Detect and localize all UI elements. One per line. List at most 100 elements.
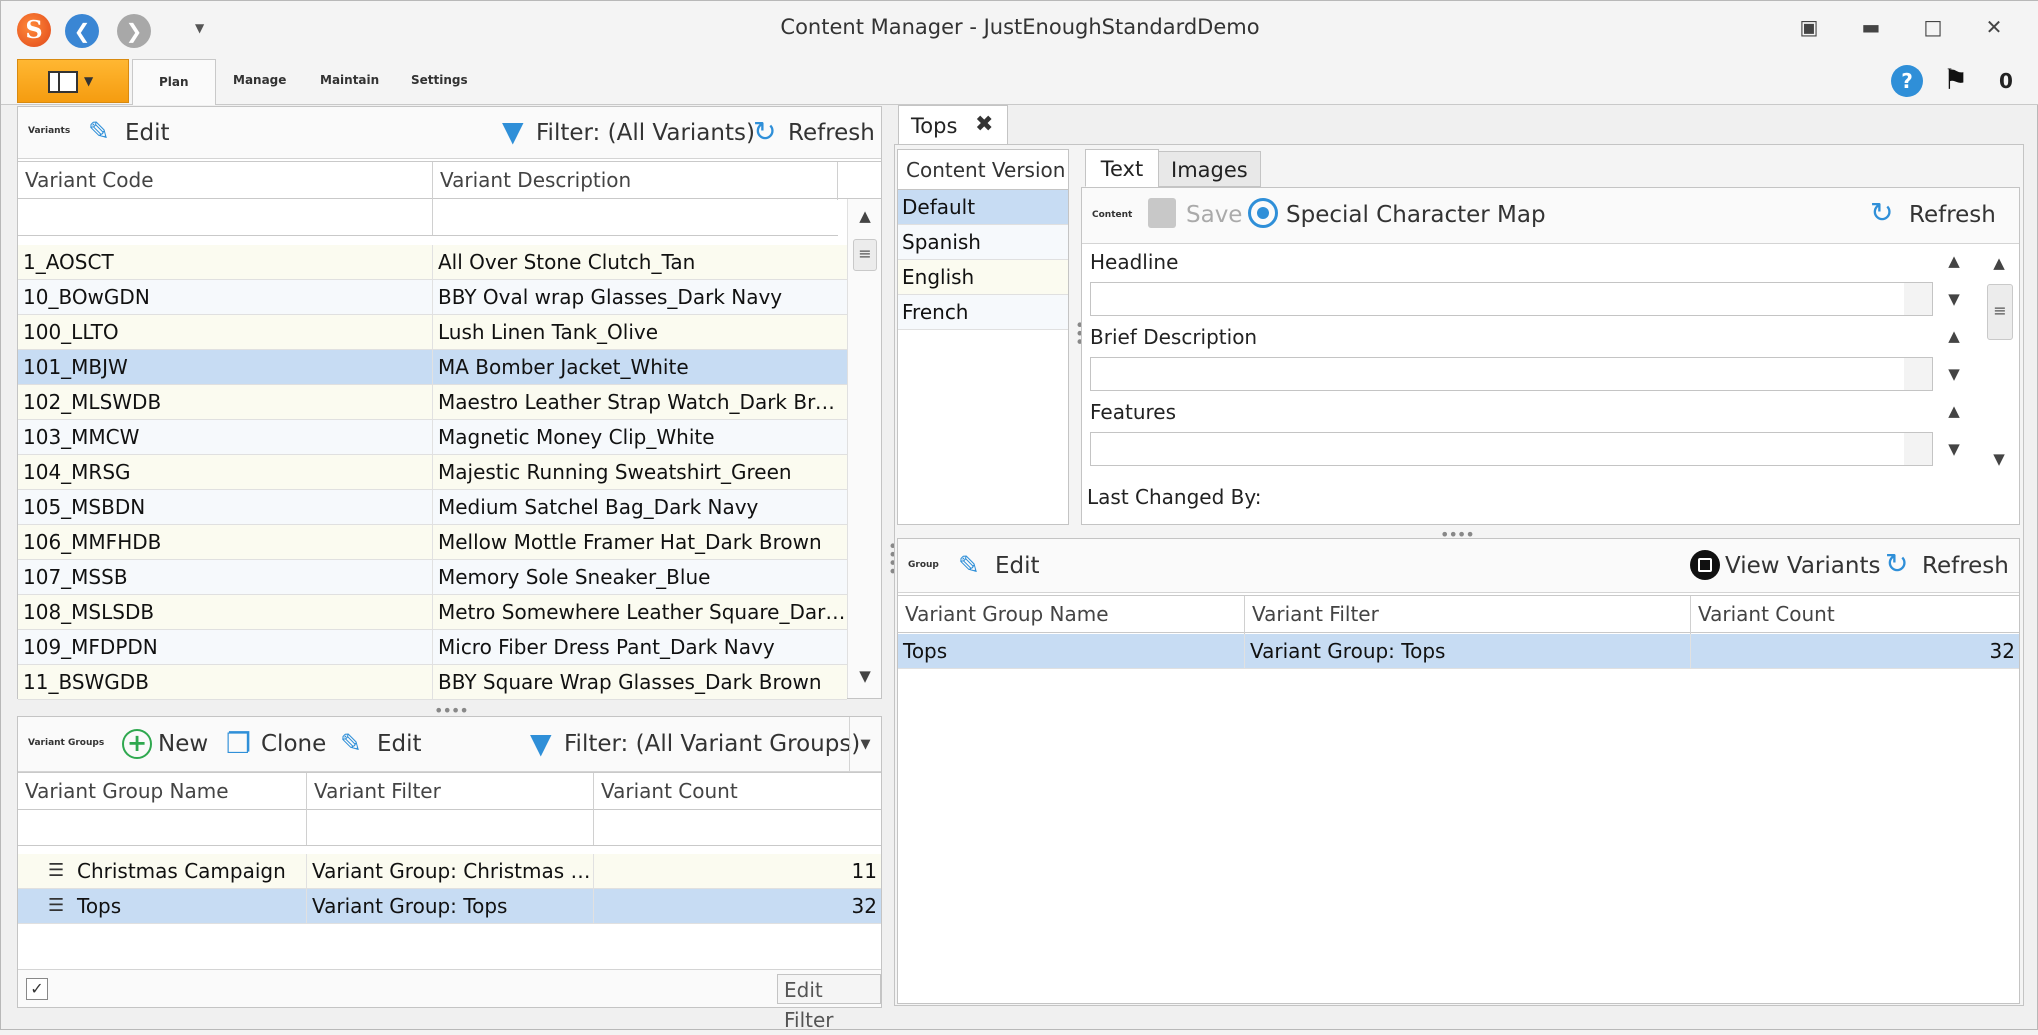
layout-icon [48,71,78,93]
window-title: Content Manager - JustEnoughStandardDemo [780,15,1260,39]
fields-scrollbar[interactable]: ▲ ≡ ▼ [1985,246,2015,474]
scroll-thumb[interactable]: ≡ [853,239,877,271]
fullscreen-icon[interactable]: ▣ [1791,15,1827,39]
select-all-checkbox[interactable]: ✓ [26,978,48,1000]
group-filter-cell: Variant Group: Tops [1245,634,1691,668]
save-icon [1148,198,1176,228]
variant-description-filter-input[interactable] [433,199,838,235]
table-row[interactable]: 105_MSBDN Medium Satchel Bag_Dark Navy [18,490,847,525]
scroll-down-icon[interactable]: ▼ [853,667,877,685]
edit-filter-button[interactable]: Edit Filter [777,974,881,1032]
variant-groups-edit-button[interactable]: Edit [377,731,422,757]
variant-code-cell: 103_MMCW [18,420,433,454]
variant-groups-clone-button[interactable]: Clone [261,731,326,757]
field-input[interactable] [1090,357,1933,391]
close-icon[interactable]: ✕ [1976,15,2012,39]
special-character-icon [1248,198,1278,228]
app-menu-button[interactable]: ▼ [17,59,129,103]
document-tab-label: Tops [911,114,958,138]
group-refresh-button[interactable]: Refresh [1922,553,2009,579]
table-row[interactable]: 108_MSLSDB Metro Somewhere Leather Square… [18,595,847,630]
variants-edit-button[interactable]: Edit [125,120,170,146]
content-version-item[interactable]: English [898,260,1068,295]
tab-plan[interactable]: Plan [132,59,216,105]
content-refresh-button[interactable]: Refresh [1909,202,1996,228]
tab-images[interactable]: Images [1158,151,1261,187]
variant-groups-filter-button[interactable]: Filter: (All Variant Groups) [564,731,860,757]
field-label: Brief Description [1090,325,1258,349]
variant-groups-new-button[interactable]: New [158,731,208,757]
column-variant-count[interactable]: Variant Count [594,773,881,811]
scroll-up-icon[interactable]: ▲ [853,207,877,225]
minimize-icon[interactable]: ▬ [1853,15,1889,39]
last-changed-label: Last Changed By: [1087,485,1262,509]
table-row[interactable]: 106_MMFHDB Mellow Mottle Framer Hat_Dark … [18,525,847,560]
column-variant-count[interactable]: Variant Count [1691,596,2019,634]
content-section-label: Content [1092,210,1133,220]
group-edit-button[interactable]: Edit [995,553,1040,579]
chevron-down-icon[interactable]: ▼ [849,717,881,772]
document-tab[interactable]: Tops ✖ [898,105,1008,145]
table-row[interactable]: 10_BOwGDN BBY Oval wrap Glasses_Dark Navy [18,280,847,315]
table-row[interactable]: 107_MSSB Memory Sole Sneaker_Blue [18,560,847,595]
tab-settings[interactable]: Settings [411,73,468,87]
variant-description-cell: Metro Somewhere Leather Square_Dark ... [438,600,847,624]
group-name-filter-input[interactable] [18,810,307,845]
column-variant-group-name[interactable]: Variant Group Name [898,596,1245,634]
table-row[interactable]: 104_MRSG Majestic Running Sweatshirt_Gree… [18,455,847,490]
variants-refresh-button[interactable]: Refresh [788,120,875,146]
field-scroll-slot [1904,433,1932,465]
flag-icon[interactable]: ⚑ [1943,63,1968,96]
scroll-up-icon[interactable]: ▲ [1942,327,1966,345]
table-row[interactable]: ☰ Christmas Campaign Variant Group: Christ… [18,854,881,889]
table-row[interactable]: 102_MLSWDB Maestro Leather Strap Watch_Da… [18,385,847,420]
scroll-thumb[interactable]: ≡ [1987,284,2013,340]
scroll-down-icon[interactable]: ▼ [1942,365,1966,383]
refresh-icon: ↻ [1870,196,1894,229]
variants-filter-button[interactable]: Filter: (All Variants) [536,120,755,146]
table-row[interactable]: 100_LLTO Lush Linen Tank_Olive [18,315,847,350]
table-row[interactable]: 1_AOSCT All Over Stone Clutch_Tan [18,245,847,280]
table-row[interactable]: 101_MBJW MA Bomber Jacket_White [18,350,847,385]
content-version-item[interactable]: Spanish [898,225,1068,260]
group-count-filter-input[interactable] [594,810,881,845]
field-input[interactable] [1090,282,1933,316]
group-name-cell: Tops [898,634,1245,668]
scroll-down-icon[interactable]: ▼ [1987,450,2011,468]
tab-manage[interactable]: Manage [233,73,286,87]
variant-groups-panel: Variant Groups + New ❐ Clone ✎ Edit ▼ Fi… [17,716,882,1032]
column-variant-description[interactable]: Variant Description [433,162,838,200]
table-row[interactable]: ☰ Tops Variant Group: Tops 32 [18,889,881,924]
table-row[interactable]: 11_BSWGDB BBY Square Wrap Glasses_Dark Br… [18,665,847,700]
content-version-item[interactable]: Default [898,190,1068,225]
scroll-down-icon[interactable]: ▼ [1942,440,1966,458]
variants-scrollbar[interactable]: ▲ ≡ ▼ [847,199,881,698]
field-label: Features [1090,400,1176,424]
column-variant-group-name[interactable]: Variant Group Name [18,773,307,811]
column-variant-code[interactable]: Variant Code [18,162,433,200]
maximize-icon[interactable]: □ [1915,15,1951,39]
column-variant-filter[interactable]: Variant Filter [1245,596,1691,634]
group-grid-header: Variant Group Name Variant Filter Varian… [898,595,2019,634]
table-row[interactable]: Tops Variant Group: Tops 32 [898,634,2019,669]
variant-code-filter-input[interactable] [18,199,433,235]
scroll-down-icon[interactable]: ▼ [1942,290,1966,308]
scroll-up-icon[interactable]: ▲ [1942,252,1966,270]
scroll-up-icon[interactable]: ▲ [1987,254,2011,272]
field-input[interactable] [1090,432,1933,466]
help-icon[interactable]: ? [1891,65,1923,97]
content-version-item[interactable]: French [898,295,1068,330]
table-row[interactable]: 109_MFDPDN Micro Fiber Dress Pant_Dark Na… [18,630,847,665]
view-variants-button[interactable]: View Variants [1725,553,1880,579]
column-variant-filter[interactable]: Variant Filter [307,773,594,811]
save-button[interactable]: Save [1186,202,1242,228]
tab-maintain[interactable]: Maintain [320,73,379,87]
tab-text[interactable]: Text [1085,149,1159,187]
special-character-map-button[interactable]: Special Character Map [1286,202,1546,228]
variant-description-cell: Majestic Running Sweatshirt_Green [438,460,792,484]
variant-description-cell: Maestro Leather Strap Watch_Dark Brown [438,390,847,414]
group-filter-filter-input[interactable] [307,810,594,845]
close-tab-icon[interactable]: ✖ [975,112,993,137]
table-row[interactable]: 103_MMCW Magnetic Money Clip_White [18,420,847,455]
scroll-up-icon[interactable]: ▲ [1942,402,1966,420]
